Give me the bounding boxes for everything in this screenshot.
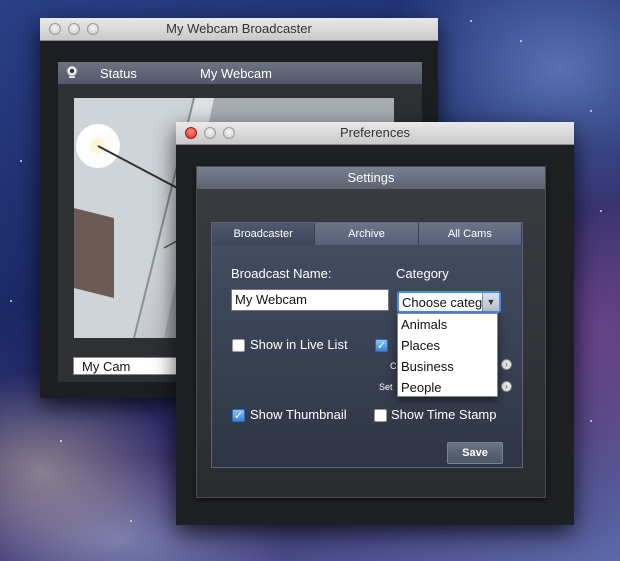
save-button[interactable]: Save xyxy=(447,442,503,464)
window-title: Preferences xyxy=(339,125,411,140)
category-option-places[interactable]: Places xyxy=(398,335,497,356)
broadcast-name-label: Broadcast Name: xyxy=(231,266,332,281)
show-in-live-list-checkbox[interactable] xyxy=(232,339,245,352)
category-option-business[interactable]: Business xyxy=(398,356,497,377)
partially-hidden-label-2: Set xyxy=(379,382,393,392)
category-combobox[interactable]: Choose categ ▼ xyxy=(397,291,501,313)
tab-all-cams[interactable]: All Cams xyxy=(418,223,522,245)
partially-hidden-label-1: C xyxy=(390,361,397,371)
tab-archive[interactable]: Archive xyxy=(315,223,419,245)
webcam-window-titlebar[interactable]: My Webcam Broadcaster xyxy=(40,18,438,41)
partially-hidden-checkbox[interactable]: ✓ xyxy=(375,339,388,352)
settings-panel: Settings Broadcaster Archive All Cams Br… xyxy=(196,166,546,498)
show-time-stamp-checkbox[interactable] xyxy=(374,409,387,422)
category-option-animals[interactable]: Animals xyxy=(398,314,497,335)
category-combobox-value: Choose categ xyxy=(402,295,483,310)
chevron-down-icon[interactable]: ▼ xyxy=(482,293,499,311)
tab-broadcaster[interactable]: Broadcaster xyxy=(212,223,316,245)
show-in-live-list-label: Show in Live List xyxy=(250,337,348,352)
tab-bar: Broadcaster Archive All Cams xyxy=(212,223,522,245)
show-thumbnail-label: Show Thumbnail xyxy=(250,407,347,422)
show-time-stamp-label: Show Time Stamp xyxy=(391,407,497,422)
arrow-right-icon[interactable]: › xyxy=(501,381,512,392)
broadcaster-tab-pane: Broadcaster Archive All Cams Broadcast N… xyxy=(211,222,523,468)
webcam-status-icon xyxy=(66,65,78,78)
arrow-right-icon[interactable]: › xyxy=(501,359,512,370)
preferences-window: Preferences Settings Broadcaster Archive… xyxy=(176,122,574,525)
window-title: My Webcam Broadcaster xyxy=(166,21,312,36)
category-label: Category xyxy=(396,266,449,281)
camera-select[interactable]: My Cam xyxy=(73,357,183,375)
category-dropdown-list: Animals Places Business People xyxy=(397,313,498,397)
status-label: Status xyxy=(100,66,137,81)
category-option-people[interactable]: People xyxy=(398,377,497,398)
webcam-title: My Webcam xyxy=(200,66,272,81)
settings-header: Settings xyxy=(197,167,545,189)
webcam-panel-header: Status My Webcam xyxy=(58,62,422,84)
show-thumbnail-checkbox[interactable]: ✓ xyxy=(232,409,245,422)
broadcast-name-input[interactable]: My Webcam xyxy=(231,289,389,311)
preferences-window-titlebar[interactable]: Preferences xyxy=(176,122,574,145)
